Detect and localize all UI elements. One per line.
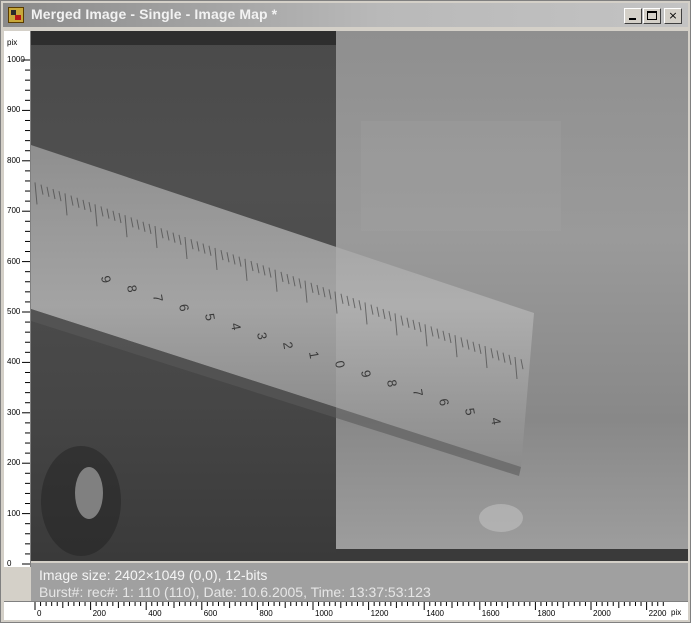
vertical-ruler-label: 500: [7, 307, 21, 316]
horizontal-ruler-label: 2200: [648, 609, 667, 618]
vertical-ruler-label: 1000: [7, 55, 25, 64]
vertical-ruler-label: 800: [7, 155, 21, 165]
vertical-ruler-label: 400: [7, 357, 21, 367]
minimize-icon: [629, 18, 636, 20]
horizontal-ruler: 0 200 400 600 800 1000 1200 1400 1600 1800 2000 220…: [4, 601, 688, 620]
vertical-ruler-label: 300: [7, 407, 21, 417]
vertical-ruler-label: 200: [7, 458, 21, 468]
vertical-ruler: pix 1000 900 800 700 600 500 400 300 200 100 0: [4, 31, 31, 567]
close-button[interactable]: ×: [664, 8, 682, 24]
horizontal-ruler-label: 800: [259, 609, 273, 618]
burst-info-text: Burst#: rec#: 1: 110 (110), Date: 10.6.2…: [39, 584, 431, 600]
horizontal-ruler-label: 1800: [537, 609, 556, 618]
vertical-ruler-label: 0: [7, 559, 12, 567]
vertical-ruler-label: 900: [7, 105, 21, 115]
app-icon[interactable]: [8, 7, 24, 23]
horizontal-ruler-label: 1400: [426, 609, 444, 618]
horizontal-ruler-label: 600: [203, 609, 218, 618]
image-canvas[interactable]: 9876543210987654: [31, 31, 688, 561]
horizontal-ruler-label: 1600: [481, 609, 500, 618]
title-bar[interactable]: Merged Image - Single - Image Map * ×: [3, 3, 688, 27]
horizontal-ruler-ticks: [34, 602, 664, 610]
image-info-bar: Image size: 2402×1049 (0,0), 12-bits Bur…: [31, 563, 688, 601]
horizontal-ruler-unit: pix: [671, 608, 682, 617]
horizontal-ruler-label: 200: [92, 609, 106, 618]
image-size-text: Image size: 2402×1049 (0,0), 12-bits: [39, 567, 268, 583]
horizontal-ruler-label: 2000: [593, 609, 611, 618]
maximize-icon: [647, 11, 657, 20]
image-map-window: Merged Image - Single - Image Map * × pi…: [0, 0, 691, 623]
ruler-photo: 9876543210987654: [31, 121, 561, 556]
vertical-ruler-label: 700: [7, 206, 21, 216]
horizontal-ruler-label: 1000: [315, 609, 333, 618]
horizontal-ruler-label: 0: [37, 609, 42, 618]
close-icon: ×: [668, 9, 678, 22]
minimize-button[interactable]: [624, 8, 642, 24]
horizontal-ruler-label: 400: [148, 609, 162, 618]
maximize-button[interactable]: [643, 8, 661, 24]
vertical-ruler-label: 600: [7, 256, 21, 266]
window-title: Merged Image - Single - Image Map *: [31, 6, 278, 22]
vertical-ruler-label: 100: [7, 508, 21, 518]
horizontal-ruler-label: 1200: [370, 609, 389, 618]
